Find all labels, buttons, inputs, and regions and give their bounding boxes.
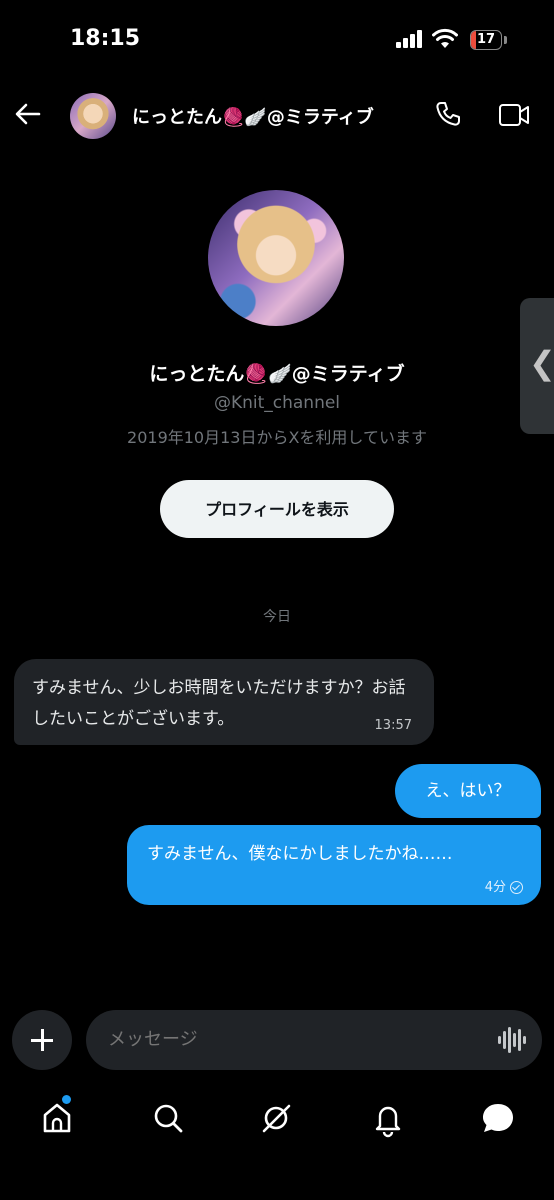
header-title[interactable]: にっとたん🧶🪽@ミラティブ: [132, 103, 374, 129]
profile-avatar[interactable]: [208, 190, 344, 326]
profile-name: にっとたん🧶🪽@ミラティブ: [149, 363, 405, 385]
grok-icon[interactable]: [256, 1098, 296, 1138]
add-attachment-button[interactable]: [12, 1010, 72, 1070]
status-bar: 18:15 17: [0, 0, 554, 80]
wifi-icon: [432, 28, 458, 48]
view-profile-button[interactable]: プロフィールを表示: [160, 480, 394, 538]
message-input[interactable]: [86, 1010, 542, 1070]
message-time: 13:57: [374, 718, 412, 733]
side-panel-handle[interactable]: ❮: [520, 298, 554, 434]
read-check-icon: [510, 881, 523, 894]
header-avatar[interactable]: [70, 93, 116, 139]
search-icon[interactable]: [148, 1098, 188, 1138]
battery-level: 17: [476, 32, 496, 47]
joined-date: 2019年10月13日からXを利用しています: [127, 428, 427, 447]
chevron-left-icon: ❮: [529, 344, 554, 382]
video-call-icon[interactable]: [498, 102, 530, 128]
voice-message-icon[interactable]: [498, 1027, 526, 1053]
back-arrow-icon[interactable]: [14, 100, 42, 128]
message-meta: 4分: [485, 876, 523, 895]
bell-icon[interactable]: [368, 1098, 408, 1138]
battery-icon: 17: [470, 30, 502, 50]
profile-handle: @Knit_channel: [213, 393, 341, 413]
date-separator: 今日: [263, 609, 291, 625]
conversation-header: にっとたん🧶🪽@ミラティブ: [0, 82, 554, 148]
message-text: すみません、少しお時間をいただけますか？お話したいことがございます。: [32, 678, 406, 729]
messages-icon[interactable]: [478, 1098, 518, 1138]
message-bubble-outgoing[interactable]: え、はい？: [395, 764, 541, 818]
message-bubble-outgoing[interactable]: すみません、僕なにかしましたかね…… 4分: [127, 825, 541, 905]
message-text: すみません、僕なにかしましたかね……: [147, 844, 453, 864]
notification-dot: [62, 1095, 71, 1104]
signal-icon: [396, 30, 426, 48]
message-time: 4分: [484, 880, 506, 895]
status-time: 18:15: [70, 26, 141, 51]
message-bubble-incoming[interactable]: すみません、少しお時間をいただけますか？お話したいことがございます。 13:57: [14, 659, 434, 745]
home-icon[interactable]: [37, 1098, 77, 1138]
battery-tip: [504, 36, 507, 44]
phone-icon[interactable]: [434, 100, 462, 128]
